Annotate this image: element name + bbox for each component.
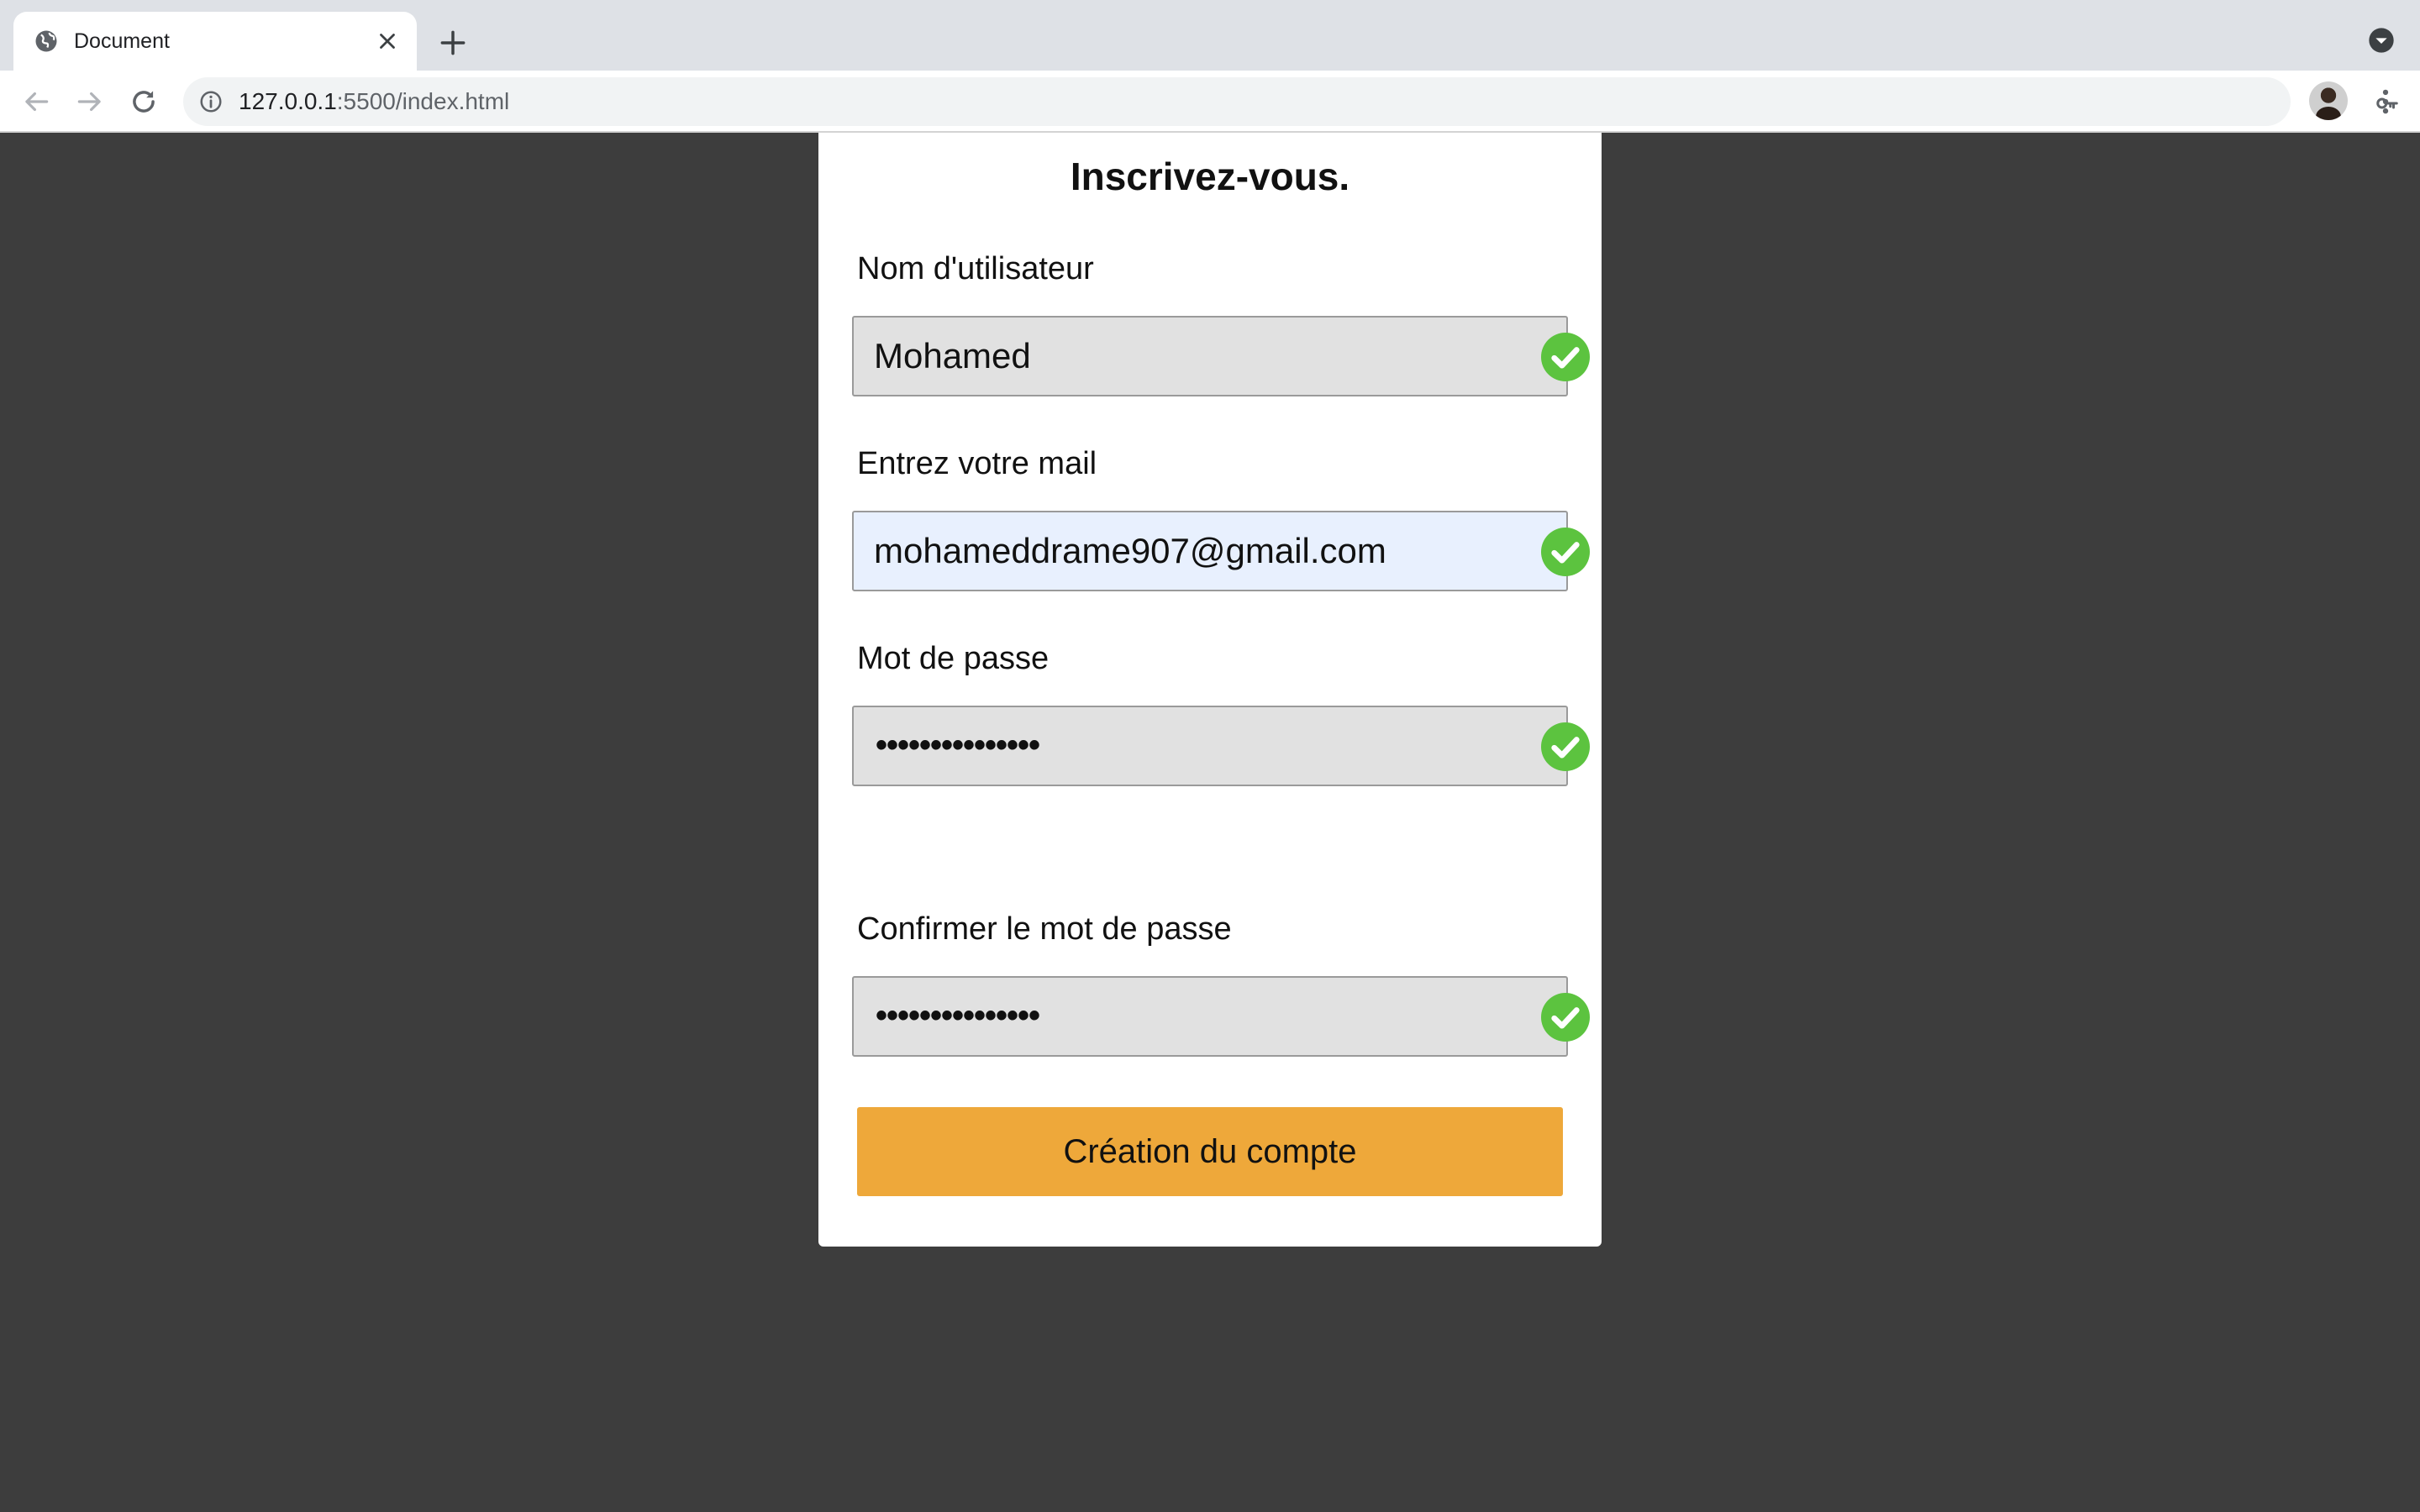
globe-icon xyxy=(35,30,57,52)
check-icon xyxy=(1541,333,1590,381)
tab-title: Document xyxy=(74,29,170,53)
back-arrow-icon[interactable] xyxy=(20,86,52,118)
password-input-masked[interactable]: ••••••••••••••• xyxy=(876,724,1040,766)
close-icon[interactable] xyxy=(375,29,400,54)
forward-arrow-icon[interactable] xyxy=(74,86,106,118)
check-icon xyxy=(1541,722,1590,771)
create-account-button[interactable]: Création du compte xyxy=(857,1107,1563,1196)
confirm-password-label: Confirmer le mot de passe xyxy=(857,911,1232,947)
email-label: Entrez votre mail xyxy=(857,446,1097,481)
browser-toolbar: 127.0.0.1:5500/index.html xyxy=(0,71,2420,133)
address-bar[interactable]: 127.0.0.1:5500/index.html xyxy=(183,77,2398,126)
check-icon xyxy=(1541,528,1590,576)
profile-avatar[interactable] xyxy=(2309,81,2348,120)
url-text[interactable]: 127.0.0.1:5500/index.html xyxy=(239,87,509,116)
url-host: 127.0.0.1 xyxy=(239,88,337,114)
reload-icon[interactable] xyxy=(128,86,160,118)
confirm-password-field[interactable]: ••••••••••••••• xyxy=(852,976,1590,1057)
username-field[interactable] xyxy=(852,316,1590,396)
email-input[interactable] xyxy=(854,512,1492,590)
browser-tabstrip: Document xyxy=(0,0,2420,71)
kebab-menu-icon[interactable] xyxy=(2370,86,2402,118)
signup-form-card: Inscrivez-vous. Nom d'utilisateur Entrez… xyxy=(818,133,1602,1247)
browser-tab[interactable]: Document xyxy=(13,12,417,71)
new-tab-plus-icon[interactable] xyxy=(437,27,469,59)
password-field[interactable]: ••••••••••••••• xyxy=(852,706,1590,786)
tab-search-chevron-down-icon[interactable] xyxy=(2368,27,2395,54)
info-icon[interactable] xyxy=(198,89,224,114)
password-label: Mot de passe xyxy=(857,641,1050,676)
username-label: Nom d'utilisateur xyxy=(857,251,1094,286)
check-icon xyxy=(1541,993,1590,1042)
username-input[interactable] xyxy=(854,318,1492,395)
form-title: Inscrivez-vous. xyxy=(1070,155,1350,198)
confirm-password-input-masked[interactable]: ••••••••••••••• xyxy=(876,995,1040,1037)
url-path: :5500/index.html xyxy=(336,88,510,114)
email-field[interactable] xyxy=(852,511,1590,591)
